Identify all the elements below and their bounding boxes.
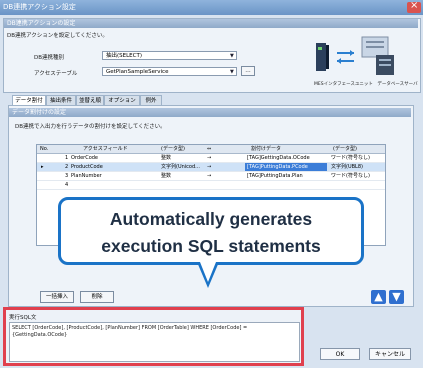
title-bar: DB連携アクション設定	[0, 0, 423, 15]
row-field: OrderCode	[71, 155, 99, 161]
row-divider	[37, 180, 385, 181]
table-header: No. アクセスフィールド (データ型) ⇔ 割付けデータ (データ型)	[37, 145, 385, 154]
access-table-dropdown-icon[interactable]: ▼	[230, 69, 234, 75]
row-data: [TAG]GettingData.OCode	[247, 155, 310, 161]
row-divider	[37, 162, 385, 163]
delete-button[interactable]: 削除	[80, 291, 114, 303]
access-table-label: アクセステーブル	[34, 71, 78, 77]
callout-line-1: Automatically generates	[109, 209, 313, 229]
row-selected-marker: ▸	[41, 164, 44, 170]
data-assignment-header: データ割付けの設定	[9, 108, 411, 117]
row-dtype: ワード(符号なし)	[331, 173, 370, 179]
tab-options[interactable]: オプション	[104, 95, 140, 105]
data-assignment-description: DB連携で入出力を行うデータの割付けを設定してください。	[15, 124, 166, 130]
row-type: 文字列(Unicod...	[161, 164, 200, 170]
execution-sql-section: 実行SQL文 SELECT [OrderCode], [ProductCode]…	[3, 307, 304, 366]
db-action-settings-window: DB連携アクション設定 DB連携アクションの設定 DB連携アクションを設定してく…	[0, 0, 423, 368]
row-no: 2	[65, 164, 69, 170]
row-dtype: 文字列(UBL8)	[331, 164, 363, 170]
browse-table-button[interactable]: …	[241, 66, 255, 76]
sql-text-line-2: {GettingData.OCode}	[12, 332, 68, 338]
tab-extract-condition[interactable]: 抽出条件	[46, 95, 76, 105]
tab-sort-order[interactable]: 並替え順	[76, 95, 104, 105]
row-arrow: →	[207, 173, 212, 179]
db-type-select[interactable]: 抽出(SELECT)	[102, 51, 237, 60]
tab-exceptions[interactable]: 例外	[140, 95, 162, 105]
col-field-type: (データ型)	[161, 146, 185, 152]
row-field: PlanNumber	[71, 173, 102, 179]
table-row[interactable]: ▸ 2 ProductCode 文字列(Unicod... → [TAG]Put…	[37, 163, 385, 171]
col-no: No.	[40, 146, 49, 152]
action-settings-panel: DB連携アクションの設定 DB連携アクションを設定してください。 DB連携種別 …	[3, 18, 421, 93]
row-arrow: →	[207, 164, 212, 170]
col-data-type: (データ型)	[333, 146, 357, 152]
db-type-dropdown-icon[interactable]: ▼	[230, 53, 234, 59]
access-table-select[interactable]: GetPlanSampleService	[102, 67, 237, 76]
row-type: 整数	[161, 155, 172, 161]
cancel-button[interactable]: キャンセル	[369, 348, 411, 360]
row-field: ProductCode	[71, 164, 103, 170]
ok-button[interactable]: OK	[320, 348, 360, 360]
diagram-caption: MESインタフェースユニット データベースサーバ	[314, 82, 418, 87]
window-title: DB連携アクション設定	[3, 3, 76, 11]
table-row[interactable]: 4	[37, 181, 385, 189]
feature-callout: Automatically generates execution SQL st…	[58, 197, 364, 265]
row-data: [TAG]PuttingData.Plan	[247, 173, 303, 179]
row-data: [TAG]PuttingData.PCode	[247, 164, 308, 170]
table-row[interactable]: 1 OrderCode 整数 → [TAG]GettingData.OCode …	[37, 154, 385, 162]
row-divider	[37, 171, 385, 172]
db-type-label: DB連携種別	[34, 55, 65, 61]
close-icon[interactable]	[407, 0, 421, 13]
sql-text-box: SELECT [OrderCode], [ProductCode], [Plan…	[9, 322, 300, 362]
row-no: 4	[65, 182, 69, 188]
move-down-button[interactable]: ▼	[389, 290, 404, 304]
row-arrow: →	[207, 155, 212, 161]
move-up-button[interactable]: ▲	[371, 290, 386, 304]
batch-insert-button[interactable]: 一括挿入	[40, 291, 74, 303]
col-assigned-data: 割付けデータ	[251, 146, 282, 152]
row-divider	[37, 189, 385, 190]
server-connection-diagram	[316, 36, 394, 75]
action-settings-description: DB連携アクションを設定してください。	[7, 33, 108, 39]
row-no: 1	[65, 155, 69, 161]
row-dtype: ワード(符号なし)	[331, 155, 370, 161]
col-access-field: アクセスフィールド	[83, 146, 128, 152]
row-type: 整数	[161, 173, 172, 179]
col-direction: ⇔	[207, 146, 212, 152]
sql-label: 実行SQL文	[9, 315, 37, 321]
tab-data-assignment[interactable]: データ割付け	[12, 95, 46, 114]
callout-pointer-fill	[200, 262, 216, 282]
callout-line-2: execution SQL statements	[101, 236, 321, 256]
row-no: 3	[65, 173, 69, 179]
sql-text-line-1: SELECT [OrderCode], [ProductCode], [Plan…	[12, 325, 248, 331]
table-row[interactable]: 3 PlanNumber 整数 → [TAG]PuttingData.Plan …	[37, 172, 385, 180]
action-settings-header: DB連携アクションの設定	[4, 19, 418, 28]
